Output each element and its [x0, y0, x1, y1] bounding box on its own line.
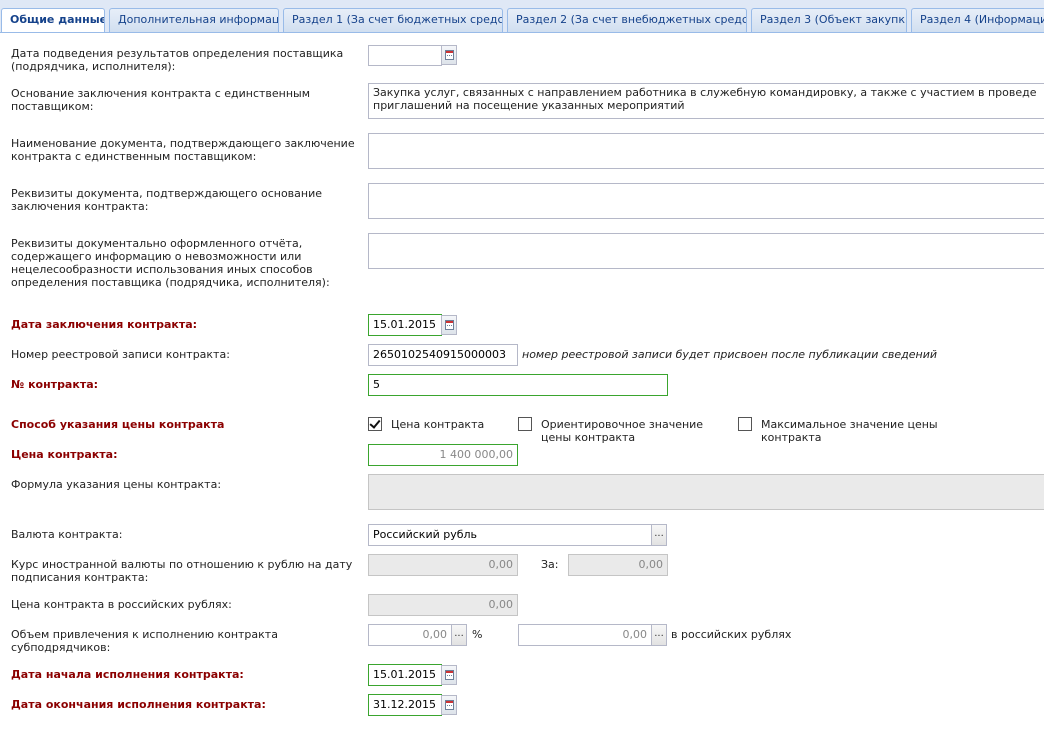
price-method-option-price: Цена контракта	[391, 418, 485, 431]
registry-number-note: номер реестровой записи будет присвоен п…	[522, 348, 938, 361]
single-supplier-basis-label: Основание заключения контракта с единств…	[11, 87, 311, 113]
exchange-rate-per-label: За:	[541, 558, 559, 571]
start-date-calendar-button[interactable]	[441, 665, 457, 685]
calendar-icon	[445, 50, 454, 60]
contract-date-input[interactable]: 15.01.2015	[368, 314, 442, 336]
contract-date-label: Дата заключения контракта:	[11, 318, 198, 331]
document-details-field[interactable]	[368, 183, 1044, 219]
document-details-label: Реквизиты документа, подтверждающего осн…	[11, 187, 323, 213]
subcontract-percent-unit: %	[472, 628, 483, 641]
price-method-option-maximum: Максимальное значение цены контракта	[761, 418, 938, 444]
report-details-label: Реквизиты документально оформленного отч…	[11, 237, 330, 289]
price-method-checkbox-approximate[interactable]	[518, 417, 532, 431]
results-date-label: Дата подведения результатов определения …	[11, 47, 344, 73]
price-method-option-approximate: Ориентировочное значение цены контракта	[541, 418, 704, 444]
price-method-label: Способ указания цены контракта	[11, 418, 225, 431]
tab-general[interactable]: Общие данные	[1, 8, 105, 32]
calendar-icon	[445, 700, 454, 710]
tab-bar: Общие данные Дополнительная информация Р…	[0, 0, 1044, 33]
end-date-input[interactable]: 31.12.2015	[368, 694, 442, 716]
currency-select-button[interactable]: ...	[651, 524, 667, 546]
tab-section-4[interactable]: Раздел 4 (Информация о	[911, 8, 1044, 32]
contract-price-input[interactable]: 1 400 000,00	[368, 444, 518, 466]
calendar-icon	[445, 320, 454, 330]
end-date-label: Дата окончания исполнения контракта:	[11, 698, 266, 711]
subcontract-label: Объем привлечения к исполнению контракта…	[11, 628, 278, 654]
price-rub-label: Цена контракта в российских рублях:	[11, 598, 232, 611]
tab-section-3[interactable]: Раздел 3 (Объект закупки)	[751, 8, 907, 32]
single-supplier-basis-text: Закупка услуг, связанных с направлением …	[373, 86, 1037, 112]
exchange-rate-input: 0,00	[368, 554, 518, 576]
subcontract-rub-unit: в российских рублях	[671, 628, 792, 641]
contract-number-label: № контракта:	[11, 378, 99, 391]
end-date-calendar-button[interactable]	[441, 695, 457, 715]
exchange-rate-per-input: 0,00	[568, 554, 668, 576]
document-name-label: Наименование документа, подтверждающего …	[11, 137, 355, 163]
price-rub-input: 0,00	[368, 594, 518, 616]
price-formula-field	[368, 474, 1044, 510]
price-method-checkbox-maximum[interactable]	[738, 417, 752, 431]
price-formula-label: Формула указания цены контракта:	[11, 478, 222, 491]
contract-price-label: Цена контракта:	[11, 448, 118, 461]
results-date-input[interactable]	[368, 45, 442, 66]
tab-section-2[interactable]: Раздел 2 (За счет внебюджетных средств)	[507, 8, 747, 32]
registry-number-label: Номер реестровой записи контракта:	[11, 348, 230, 361]
start-date-input[interactable]: 15.01.2015	[368, 664, 442, 686]
contract-number-input[interactable]: 5	[368, 374, 668, 396]
results-date-calendar-button[interactable]	[441, 45, 457, 65]
currency-input[interactable]: Российский рубль	[368, 524, 652, 546]
subcontract-rub-input[interactable]: 0,00	[518, 624, 652, 646]
subcontract-rub-button[interactable]: ...	[651, 624, 667, 646]
single-supplier-basis-field[interactable]: Закупка услуг, связанных с направлением …	[368, 83, 1044, 119]
registry-number-input[interactable]: 2650102540915000003	[368, 344, 518, 366]
exchange-rate-label: Курс иностранной валюты по отношению к р…	[11, 558, 353, 584]
calendar-icon	[445, 670, 454, 680]
tab-section-1[interactable]: Раздел 1 (За счет бюджетных средств)	[283, 8, 503, 32]
document-name-field[interactable]	[368, 133, 1044, 169]
tab-additional-info[interactable]: Дополнительная информация	[109, 8, 279, 32]
currency-label: Валюта контракта:	[11, 528, 123, 541]
subcontract-percent-input[interactable]: 0,00	[368, 624, 452, 646]
report-details-field[interactable]	[368, 233, 1044, 269]
subcontract-percent-button[interactable]: ...	[451, 624, 467, 646]
price-method-checkbox-price[interactable]	[368, 417, 382, 431]
contract-date-calendar-button[interactable]	[441, 315, 457, 335]
start-date-label: Дата начала исполнения контракта:	[11, 668, 244, 681]
